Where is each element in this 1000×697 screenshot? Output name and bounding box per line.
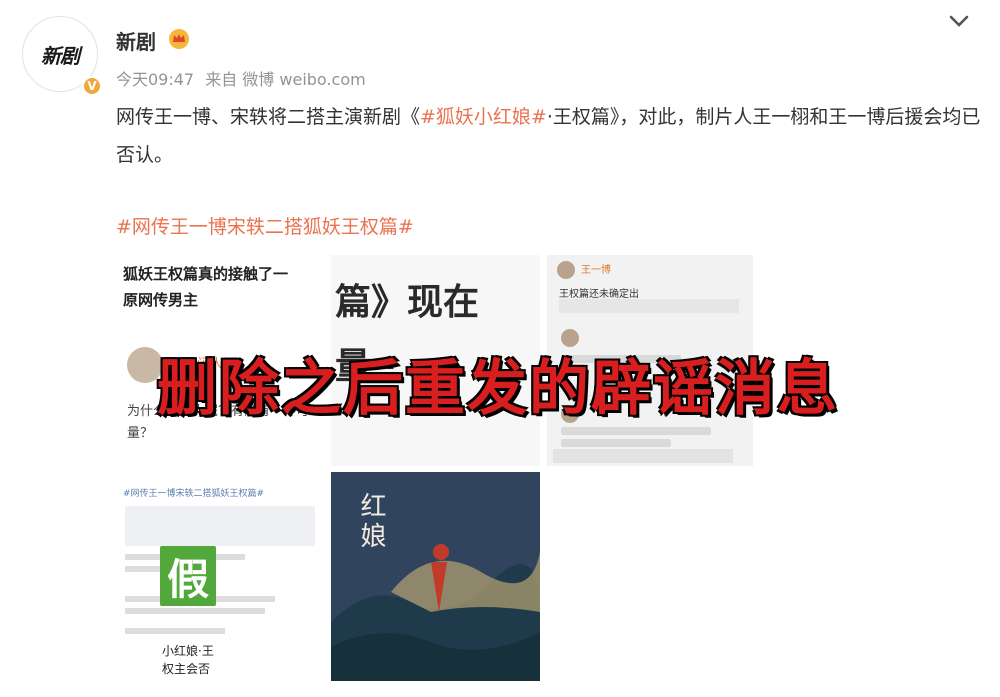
user-name[interactable]: 新剧 — [116, 26, 156, 55]
post-image-5[interactable]: 红娘 — [331, 472, 540, 681]
img1-subtitle-text: 原网传男主 — [123, 291, 199, 309]
img3-bar — [559, 299, 739, 313]
img3-username: 王一博 — [581, 265, 611, 276]
fake-badge: 假 — [160, 546, 216, 606]
post-image-4[interactable]: #网传王一博宋轶二搭狐妖王权篇# 小红娘·王 权主会否 是否 — [117, 472, 326, 681]
verified-icon: V — [82, 76, 102, 96]
post-hashtag-link[interactable]: #狐妖小红娘# — [420, 106, 547, 128]
img3-avatar — [557, 261, 575, 279]
post-text-pre: 网传王一博、宋轶将二搭主演新剧《 — [116, 106, 421, 128]
chevron-down-icon[interactable] — [944, 10, 974, 34]
img3-text: 王权篇还未确定出 — [559, 289, 639, 300]
avatar-text: 新剧 — [41, 43, 80, 68]
img4-header: #网传王一博宋轶二搭狐妖王权篇# — [123, 489, 265, 499]
img1-title-text: 狐妖王权篇真的接触了一 — [123, 265, 289, 283]
crown-icon — [169, 29, 189, 49]
img3-line — [561, 439, 671, 447]
post-source[interactable]: 来自 微博 weibo.com — [205, 70, 365, 89]
img4-line — [125, 608, 265, 614]
img4-line — [125, 628, 225, 634]
poster-title: 红娘 — [356, 492, 386, 552]
img4-card — [125, 506, 315, 546]
img2-line-1: 篇》现在 — [335, 282, 480, 323]
img4-quote: 小红娘·王 权主会否 是否 — [162, 644, 214, 681]
img1-title: 狐妖王权篇真的接触了一 原网传男主 — [123, 261, 326, 313]
overlay-caption: 删除之后重发的辟谣消息 — [157, 354, 839, 424]
post-meta: 今天09:47 来自 微博 weibo.com — [116, 66, 372, 90]
img3-line — [561, 427, 711, 435]
img3-footer — [553, 449, 733, 463]
post-text: 网传王一博、宋轶将二搭主演新剧《#狐妖小红娘#·王权篇》，对此，制片人王一栩和王… — [116, 98, 986, 174]
topic-link[interactable]: #网传王一博宋轶二搭狐妖王权篇# — [116, 212, 414, 239]
post-time: 今天09:47 — [116, 70, 195, 89]
